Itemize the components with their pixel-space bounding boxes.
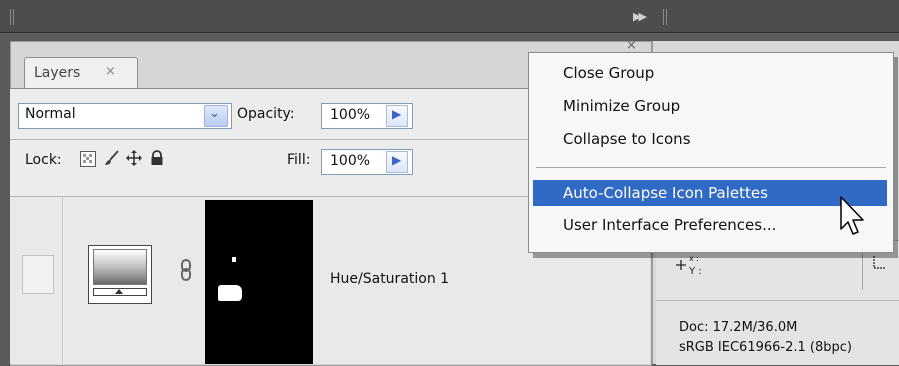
svg-text:Y :: Y :: [688, 266, 702, 277]
blend-mode-value: Normal: [25, 106, 76, 122]
tab-close-icon[interactable]: ×: [105, 64, 116, 79]
collapse-double-arrow-icon[interactable]: ▶▶: [633, 10, 647, 23]
mask-white-spot: [232, 257, 236, 262]
menu-item-close-group-label: Close Group: [563, 64, 655, 82]
checkerboard-icon[interactable]: [80, 151, 96, 167]
opacity-label: Opacity:: [237, 106, 295, 122]
visibility-column-divider: [62, 197, 63, 364]
panel-dock-top-bar: [0, 0, 899, 33]
mouse-cursor-icon: [840, 196, 864, 235]
color-profile-readout: sRGB IEC61966-2.1 (8bpc): [679, 340, 852, 355]
layer-mask-thumbnail[interactable]: [205, 200, 313, 364]
menu-item-minimize-group-label: Minimize Group: [563, 97, 681, 115]
tab-layers-label: Layers: [34, 65, 81, 81]
menu-item-auto-collapse-icon-palettes-label: Auto-Collapse Icon Palettes: [563, 184, 768, 202]
dock-grip-left[interactable]: [10, 9, 14, 25]
arrow-right-icon: ▶: [392, 153, 402, 167]
hue-saturation-icon: [93, 249, 147, 285]
menu-item-user-interface-preferences-label: User Interface Preferences...: [563, 216, 777, 234]
visibility-toggle[interactable]: [22, 255, 54, 294]
padlock-icon[interactable]: [149, 150, 165, 166]
chevron-down-icon: ⌄: [209, 106, 220, 121]
move-icon[interactable]: [126, 150, 142, 166]
mask-white-shape: [218, 285, 242, 301]
panel-close-icon[interactable]: ×: [626, 38, 637, 53]
layer-name[interactable]: Hue/Saturation 1: [330, 271, 449, 287]
slider-marker-icon: [115, 289, 123, 294]
brush-icon[interactable]: [104, 150, 120, 166]
dock-grip-right[interactable]: [663, 9, 667, 25]
menu-separator: [536, 167, 886, 168]
doc-size-readout: Doc: 17.2M/36.0M: [679, 320, 798, 335]
opacity-value: 100%: [330, 107, 371, 123]
fill-value: 100%: [330, 153, 371, 169]
arrow-right-icon: ▶: [392, 107, 402, 121]
menu-item-collapse-to-icons-label: Collapse to Icons: [563, 130, 691, 148]
chain-link-icon[interactable]: [180, 259, 192, 281]
lock-label: Lock:: [25, 152, 62, 168]
info-separator: [656, 300, 899, 301]
fill-label: Fill:: [287, 152, 311, 168]
